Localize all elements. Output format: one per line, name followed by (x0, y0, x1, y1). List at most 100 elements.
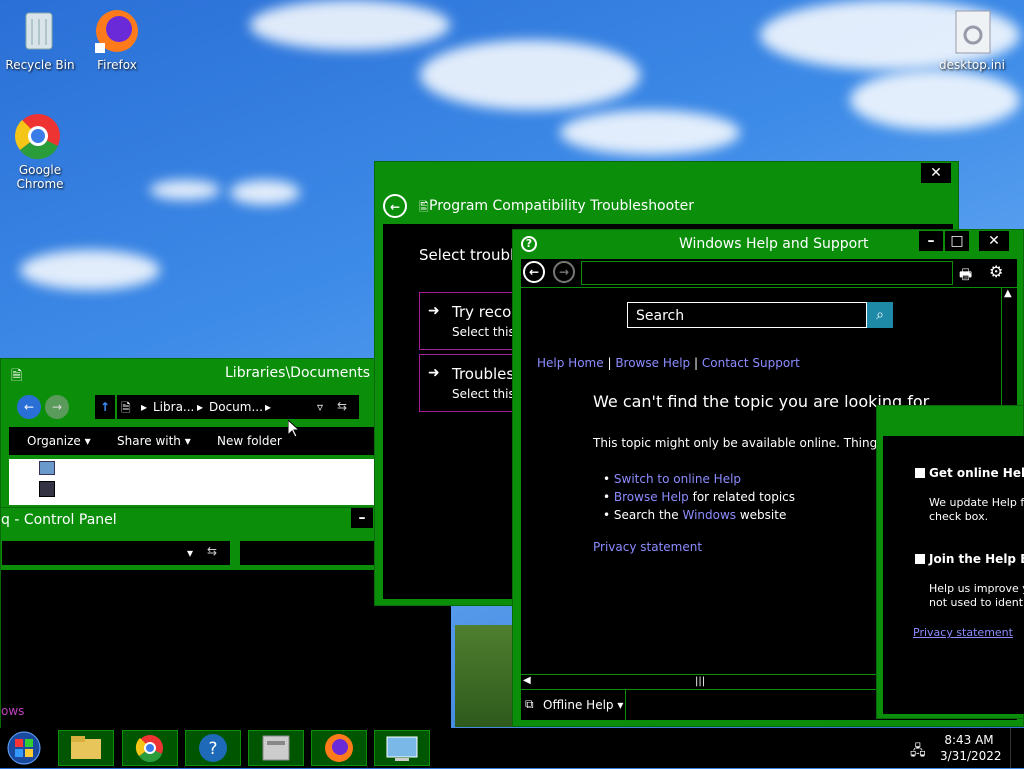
recycle-bin-icon[interactable] (0, 5, 80, 85)
scroll-up-icon[interactable]: ▲ (1004, 288, 1012, 299)
help-title: Windows Help and Support (679, 236, 869, 252)
gear-icon[interactable]: ⚙ (989, 262, 1003, 281)
desktop-ini-icon[interactable] (932, 5, 1012, 85)
opt1-desc-2: check box. (929, 510, 989, 523)
clock-date[interactable]: 3/31/2022 (940, 749, 1002, 763)
taskbar-explorer[interactable] (58, 730, 114, 766)
firefox-desktop-label: Firefox (97, 58, 137, 72)
browse-help-link[interactable]: Browse Help (615, 356, 690, 370)
popup-privacy-link[interactable]: Privacy statement (913, 626, 1013, 639)
chevron-down-icon[interactable]: ▿ (317, 400, 323, 414)
network-icon[interactable]: 🖧 (910, 740, 926, 764)
contact-support-link[interactable]: Contact Support (702, 356, 800, 370)
join-help-experience-option[interactable]: Join the Help Exp (915, 552, 1024, 566)
bullet-2: • Browse Help for related topics (603, 490, 796, 504)
back-button[interactable]: ← (17, 395, 41, 419)
arrow-right-icon: ➜ (428, 365, 440, 381)
file-list (9, 459, 381, 505)
partial-text: ows (1, 704, 25, 718)
taskbar-remote-desktop[interactable] (374, 730, 430, 766)
forward-button[interactable]: → (45, 395, 69, 419)
popup-content: Get online Help ( We update Help freq ch… (883, 436, 1024, 714)
close-button[interactable]: ✕ (979, 231, 1009, 251)
offline-icon: ⧉ (525, 697, 534, 711)
folder-icon: 🗎 (121, 401, 131, 415)
browse-help-link-2[interactable]: Browse Help (614, 490, 689, 504)
taskbar-firefox[interactable] (311, 730, 367, 766)
desktop-ini-label: desktop.ini (939, 58, 1005, 72)
svg-text:?: ? (208, 739, 217, 759)
refresh-icon[interactable]: ⇆ (337, 399, 347, 413)
breadcrumb-sep: ▸ (265, 400, 272, 414)
new-folder-button[interactable]: New folder (217, 434, 282, 448)
minimize-button[interactable]: – (919, 231, 943, 251)
taskbar-chrome[interactable] (122, 730, 178, 766)
search-input[interactable]: Search (627, 302, 867, 328)
bullet3-post: website (736, 508, 787, 522)
help-settings-popup[interactable]: Get online Help ( We update Help freq ch… (876, 405, 1024, 719)
opt1-desc-1: We update Help freq (929, 496, 1024, 509)
scroll-left-icon[interactable]: ◀ (523, 675, 531, 686)
offline-help-button[interactable]: Offline Help ▾ (543, 698, 623, 712)
minimize-button[interactable]: – (351, 508, 373, 528)
share-with-button[interactable]: Share with ▾ (117, 434, 191, 448)
address-bar[interactable] (1, 540, 231, 566)
toolbar: Organize ▾ Share with ▾ New folder (9, 427, 381, 455)
back-arrow-icon[interactable]: ← (523, 261, 545, 283)
get-online-help-option[interactable]: Get online Help ( (915, 466, 1024, 480)
breadcrumb-libraries[interactable]: Libra... (153, 400, 194, 414)
option2-title: Troubles (452, 365, 515, 383)
troubleshooter-title: Program Compatibility Troubleshooter (429, 198, 695, 214)
breadcrumb[interactable]: 🗎 ▸ Libra... ▸ Docum... ▸ ▿ ⇆ (117, 395, 359, 419)
help-home-link[interactable]: Help Home (537, 356, 604, 370)
checkbox[interactable] (915, 468, 925, 478)
control-panel-title: q - Control Panel (1, 512, 117, 528)
breadcrumb-sep: ▸ (141, 400, 148, 414)
scroll-thumb[interactable]: ||| (695, 676, 705, 687)
taskbar-control-panel[interactable] (248, 730, 304, 766)
dropdown-arrow-icon[interactable]: ▾ (187, 546, 193, 560)
documents-window[interactable]: 🗎 Libraries\Documents ← → ↑ 🗎 ▸ Libra...… (0, 358, 381, 508)
opt2-desc-1: Help us improve you (929, 582, 1024, 595)
privacy-statement-link[interactable]: Privacy statement (593, 540, 702, 554)
documents-title: Libraries\Documents (225, 365, 371, 381)
taskbar-help[interactable]: ? (185, 730, 241, 766)
refresh-icon[interactable]: ⇆ (207, 544, 217, 558)
windows-website-link[interactable]: Windows (682, 508, 736, 522)
forward-arrow-icon[interactable]: → (553, 261, 575, 283)
firefox-desktop-icon[interactable] (77, 5, 157, 85)
link-separator: | (694, 356, 699, 370)
help-body: This topic might only be available onlin… (593, 436, 924, 450)
arrow-right-icon: ➜ (428, 303, 440, 319)
help-bullets: • Switch to online Help • Browse Help fo… (603, 470, 795, 524)
opt2-desc-2: not used to identify c (929, 596, 1024, 609)
start-button[interactable] (4, 730, 44, 766)
show-desktop-button[interactable] (1010, 728, 1024, 768)
maximize-button[interactable]: □ (945, 231, 969, 251)
bullet-3: • Search the Windows website (603, 508, 787, 522)
breadcrumb-documents[interactable]: Docum... (209, 400, 263, 414)
taskbar: ? 🖧 8:43 AM 3/31/2022 (0, 728, 1024, 768)
bullet2-text: for related topics (688, 490, 796, 504)
search-placeholder: Search (636, 308, 685, 324)
back-arrow-icon[interactable]: ← (383, 194, 407, 218)
chrome-desktop-label: Google Chrome (16, 163, 64, 191)
video-icon[interactable] (39, 481, 55, 497)
organize-button[interactable]: Organize ▾ (27, 434, 91, 448)
up-button[interactable]: ↑ (95, 395, 115, 419)
picture-icon[interactable] (39, 461, 55, 475)
search-button[interactable]: ⌕ (867, 302, 893, 328)
checkbox[interactable] (915, 554, 925, 564)
bullet-1: • Switch to online Help (603, 472, 742, 486)
print-icon[interactable]: 🖶 (959, 264, 972, 288)
status-divider (625, 690, 626, 720)
bullet3-pre: Search the (613, 508, 683, 522)
troubleshooter-icon: 🖺 (419, 200, 429, 214)
troubleshooter-heading: Select trouble (419, 246, 524, 264)
help-links: Help Home | Browse Help | Contact Suppor… (537, 356, 800, 370)
switch-online-link[interactable]: Switch to online Help (614, 472, 741, 486)
close-button[interactable]: ✕ (921, 163, 951, 183)
background-image-fragment (455, 625, 515, 727)
clock-time[interactable]: 8:43 AM (942, 733, 996, 747)
help-address-input[interactable] (581, 261, 953, 285)
